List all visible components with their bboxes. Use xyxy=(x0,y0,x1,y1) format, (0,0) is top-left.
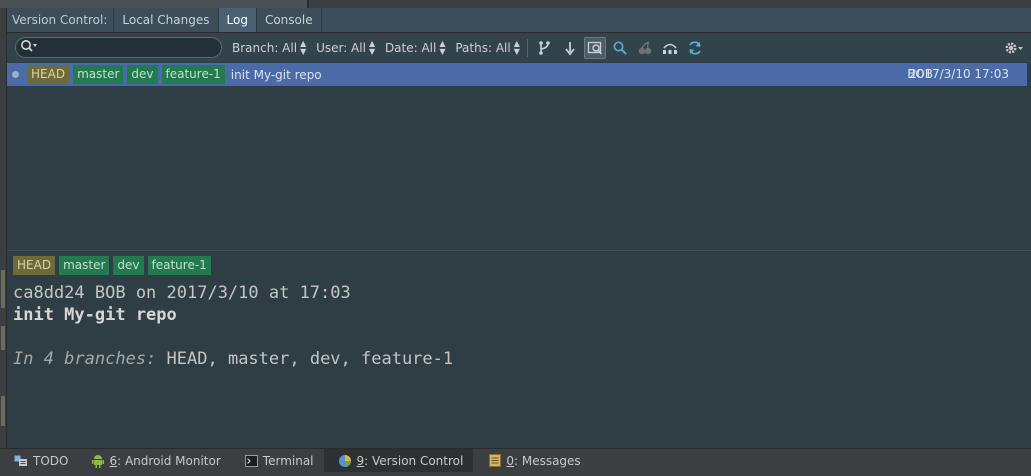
messages-tool-button[interactable]: 0: Messages xyxy=(473,449,590,473)
refresh-icon xyxy=(688,40,701,55)
settings-button[interactable] xyxy=(1003,37,1025,59)
find-icon xyxy=(613,40,627,55)
sort-button[interactable] xyxy=(559,37,581,59)
android-monitor-key: 6 xyxy=(109,453,118,468)
commit-node-dot xyxy=(12,71,19,78)
android-monitor-tool-button[interactable]: 6: Android Monitor xyxy=(78,449,230,473)
date-filter[interactable]: Date: All ▲ ▼ xyxy=(384,38,446,56)
branches-list[interactable]: HEAD, master, dev, feature-1 xyxy=(167,349,454,369)
tool-window-title: Version Control: xyxy=(7,8,115,32)
version-control-icon xyxy=(338,454,352,468)
tab-local-changes[interactable]: Local Changes xyxy=(114,8,219,32)
commit-date: 2017/3/10 17:03 xyxy=(909,67,1009,81)
todo-label: TODO xyxy=(33,453,69,468)
preview-icon xyxy=(587,41,602,55)
updown-arrow-icon: ▲ ▼ xyxy=(513,38,520,56)
terminal-label: Terminal xyxy=(262,453,314,468)
messages-label: : Messages xyxy=(513,453,581,468)
branch-label-master: master xyxy=(73,65,124,84)
version-control-tool-button[interactable]: 9: Version Control xyxy=(323,448,474,473)
user-filter[interactable]: User: All ▲ ▼ xyxy=(316,38,376,56)
branch-graph-icon xyxy=(538,40,550,55)
branch-graph-button[interactable] xyxy=(534,37,556,59)
toolbar-separator xyxy=(526,38,528,57)
tab-log[interactable]: Log xyxy=(218,8,257,32)
messages-key: 0 xyxy=(506,453,514,468)
user-filter-label: User: All xyxy=(316,40,366,55)
updown-arrow-icon: ▲ ▼ xyxy=(368,38,376,56)
settings-gear-icon xyxy=(1005,42,1023,54)
detail-branch-label-dev: dev xyxy=(113,256,144,275)
tool-window-bar: TODO 6: Android Monitor Terminal 9: Ver… xyxy=(0,448,1031,473)
terminal-tool-button[interactable]: Terminal xyxy=(231,449,324,473)
branch-filter[interactable]: Branch: All ▲ ▼ xyxy=(232,38,307,56)
commit-subject: init My-git repo xyxy=(13,305,177,325)
sort-down-icon xyxy=(565,41,575,55)
commit-branches-line: In 4 branches: HEAD, master, dev, featur… xyxy=(13,349,453,369)
cherry-pick-button[interactable] xyxy=(634,37,656,59)
detail-ref-labels: HEAD master dev feature-1 xyxy=(13,256,215,275)
status-bar-strip xyxy=(0,472,1031,476)
branch-filter-label: Branch: All xyxy=(232,40,298,55)
branches-prefix: In 4 branches: xyxy=(13,349,157,369)
updown-arrow-icon: ▲ ▼ xyxy=(300,38,307,56)
version-control-key: 9 xyxy=(356,453,365,468)
android-monitor-label: : Android Monitor xyxy=(117,453,221,468)
branch-label-feature-1: feature-1 xyxy=(161,65,225,84)
updown-arrow-icon: ▲ ▼ xyxy=(439,38,446,56)
detail-branch-label-master: master xyxy=(59,256,110,275)
commit-row[interactable]: HEAD master dev feature-1 init My-git re… xyxy=(7,63,1031,86)
top-edge-strip xyxy=(0,0,1031,8)
preview-details-button[interactable] xyxy=(583,36,606,59)
commit-log-list[interactable]: HEAD master dev feature-1 init My-git re… xyxy=(7,62,1031,250)
commit-hash-line: ca8dd24 BOB on 2017/3/10 at 17:03 xyxy=(13,283,351,303)
todo-tool-button[interactable]: TODO xyxy=(0,449,78,473)
detail-head-label: HEAD xyxy=(13,256,56,275)
intellisort-button[interactable] xyxy=(659,37,681,59)
version-control-label: : Version Control xyxy=(364,453,464,468)
left-tool-strip xyxy=(0,8,7,448)
paths-filter[interactable]: Paths: All ▲ ▼ xyxy=(455,38,520,56)
refresh-button[interactable] xyxy=(684,37,706,59)
search-field[interactable] xyxy=(15,37,222,58)
find-button[interactable] xyxy=(609,37,631,59)
terminal-icon xyxy=(244,454,258,467)
commit-message: init My-git repo xyxy=(230,67,322,82)
cherry-pick-icon xyxy=(638,40,651,54)
todo-icon xyxy=(14,455,28,467)
messages-icon xyxy=(489,454,502,467)
log-toolbar: Branch: All ▲ ▼ User: All ▲ ▼ Date: All ▲ ▼… xyxy=(7,33,1031,62)
search-input[interactable] xyxy=(42,40,221,55)
tab-console[interactable]: Console xyxy=(257,8,322,32)
detail-branch-label-feature-1: feature-1 xyxy=(147,256,211,275)
branch-label-dev: dev xyxy=(127,65,158,84)
commit-details-panel: HEAD master dev feature-1 ca8dd24 BOB on… xyxy=(7,254,1031,448)
version-control-tab-bar: Version Control: Local Changes Log Conso… xyxy=(7,8,1031,33)
head-label: HEAD xyxy=(27,65,70,84)
android-icon xyxy=(92,454,105,468)
list-scrollbar[interactable] xyxy=(1027,62,1031,250)
paths-filter-label: Paths: All xyxy=(455,40,511,55)
intellisort-icon xyxy=(662,43,677,54)
date-filter-label: Date: All xyxy=(384,40,437,55)
search-icon[interactable] xyxy=(20,39,38,56)
